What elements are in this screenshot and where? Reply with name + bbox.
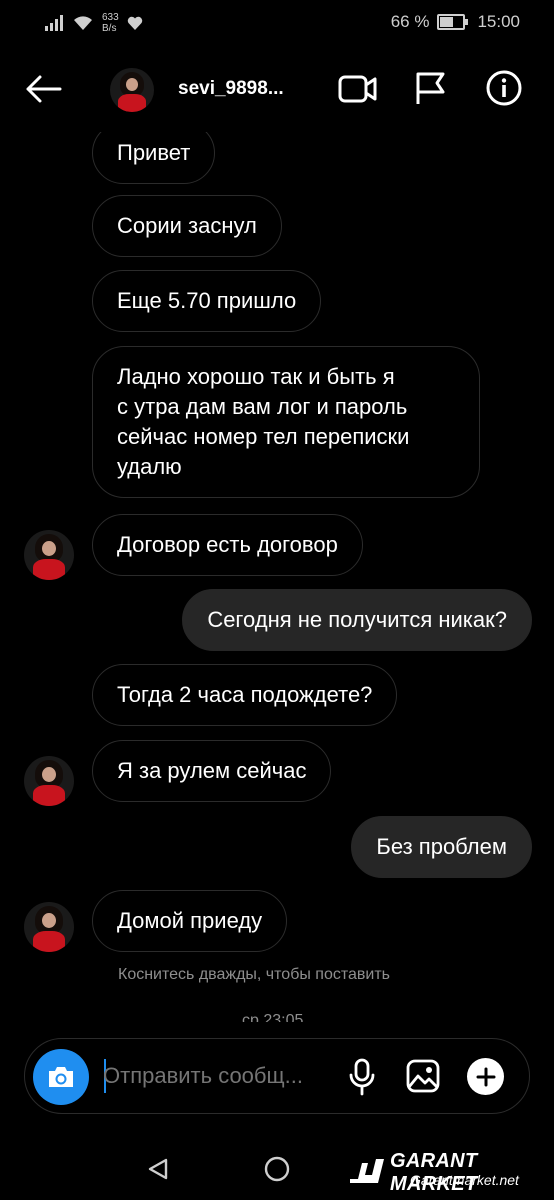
- chat-username[interactable]: sevi_9898...: [178, 78, 284, 100]
- message-bubble[interactable]: Ладно хорошо так и быть я с утра дам вам…: [92, 346, 480, 498]
- status-bar: 633 B/s 66 % 15:00: [0, 0, 554, 48]
- add-content-button[interactable]: [467, 1058, 504, 1095]
- message-bubble-outgoing[interactable]: Без проблем: [351, 816, 532, 878]
- battery-fill: [440, 17, 454, 27]
- message-list: Привет Сории заснул Еще 5.70 пришло Ладн…: [0, 132, 554, 1022]
- message-bubble[interactable]: Я за рулем сейчас: [92, 740, 332, 802]
- status-left: 633 B/s: [44, 12, 143, 34]
- message-text-line: с утра дам вам лог и пароль: [117, 394, 408, 419]
- signal-icon: [45, 15, 63, 31]
- message-bubble[interactable]: Еще 5.70 пришло: [92, 270, 322, 332]
- status-time: 15:00: [477, 12, 520, 31]
- double-tap-hint: Коснитесь дважды, чтобы поставить: [118, 966, 391, 983]
- sender-avatar[interactable]: [24, 902, 74, 952]
- chat-header: sevi_9898...: [0, 48, 554, 132]
- video-call-icon[interactable]: [338, 72, 378, 106]
- message-text: Сегодня не получится никак?: [207, 607, 507, 632]
- plus-icon: [476, 1067, 495, 1086]
- message-text: Привет: [117, 140, 191, 165]
- gallery-icon[interactable]: [405, 1058, 441, 1094]
- message-bubble-outgoing[interactable]: Сегодня не получится никак?: [182, 589, 532, 651]
- message-text: Домой приеду: [117, 908, 263, 933]
- battery-icon: [437, 14, 469, 30]
- message-text: Тогда 2 часа подождете?: [117, 682, 373, 707]
- info-icon[interactable]: [486, 70, 522, 106]
- flag-icon[interactable]: [414, 70, 448, 106]
- message-bubble[interactable]: Привет: [92, 132, 216, 184]
- message-bubble[interactable]: Тогда 2 часа подождете?: [92, 664, 398, 726]
- message-text: Сории заснул: [117, 213, 257, 238]
- message-bubble[interactable]: Сории заснул: [92, 195, 282, 257]
- net-speed-value: 633: [102, 12, 119, 23]
- back-arrow-icon[interactable]: [24, 74, 62, 104]
- message-text: Без проблем: [376, 834, 507, 859]
- camera-icon: [49, 1067, 73, 1087]
- message-text-line: удалю: [117, 454, 182, 479]
- message-input[interactable]: [103, 1059, 333, 1093]
- sender-avatar[interactable]: [24, 530, 74, 580]
- camera-button[interactable]: [33, 1049, 89, 1105]
- message-bubble[interactable]: Договор есть договор: [92, 514, 363, 576]
- battery-percent: 66 %: [390, 12, 430, 31]
- watermark-url: Garantmarket.net: [410, 1172, 519, 1188]
- message-text: Договор есть договор: [117, 532, 338, 557]
- message-text: Я за рулем сейчас: [117, 758, 307, 783]
- header-avatar[interactable]: [110, 68, 154, 112]
- nav-back-icon[interactable]: [146, 1157, 170, 1181]
- net-speed: 633 B/s: [102, 12, 119, 34]
- net-speed-unit: B/s: [102, 23, 117, 34]
- message-bubble[interactable]: Домой приеду: [92, 890, 288, 952]
- message-text-line: сейчас номер тел переписки: [117, 424, 410, 449]
- wifi-icon: [74, 16, 92, 30]
- microphone-icon[interactable]: [347, 1057, 377, 1097]
- status-right: 66 % 15:00: [391, 12, 520, 32]
- sender-avatar[interactable]: [24, 756, 74, 806]
- heart-icon: [127, 16, 142, 30]
- message-timestamp: ср 23:05: [242, 1012, 304, 1022]
- watermark-logo-icon: [350, 1159, 384, 1183]
- message-composer: [24, 1038, 530, 1114]
- nav-home-icon[interactable]: [264, 1156, 290, 1182]
- message-text: Еще 5.70 пришло: [117, 288, 297, 313]
- message-text-line: Ладно хорошо так и быть я: [117, 364, 395, 389]
